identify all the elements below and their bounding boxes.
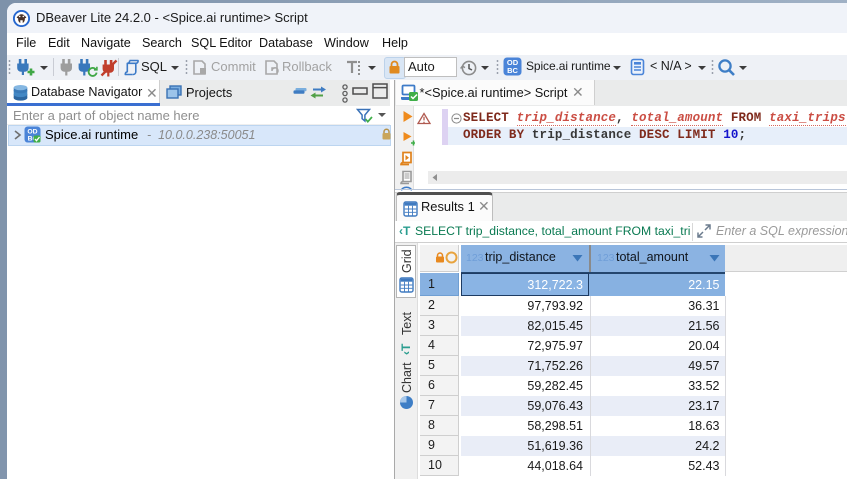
svg-text:BC: BC (507, 66, 518, 75)
svg-text:OD: OD (27, 128, 37, 135)
